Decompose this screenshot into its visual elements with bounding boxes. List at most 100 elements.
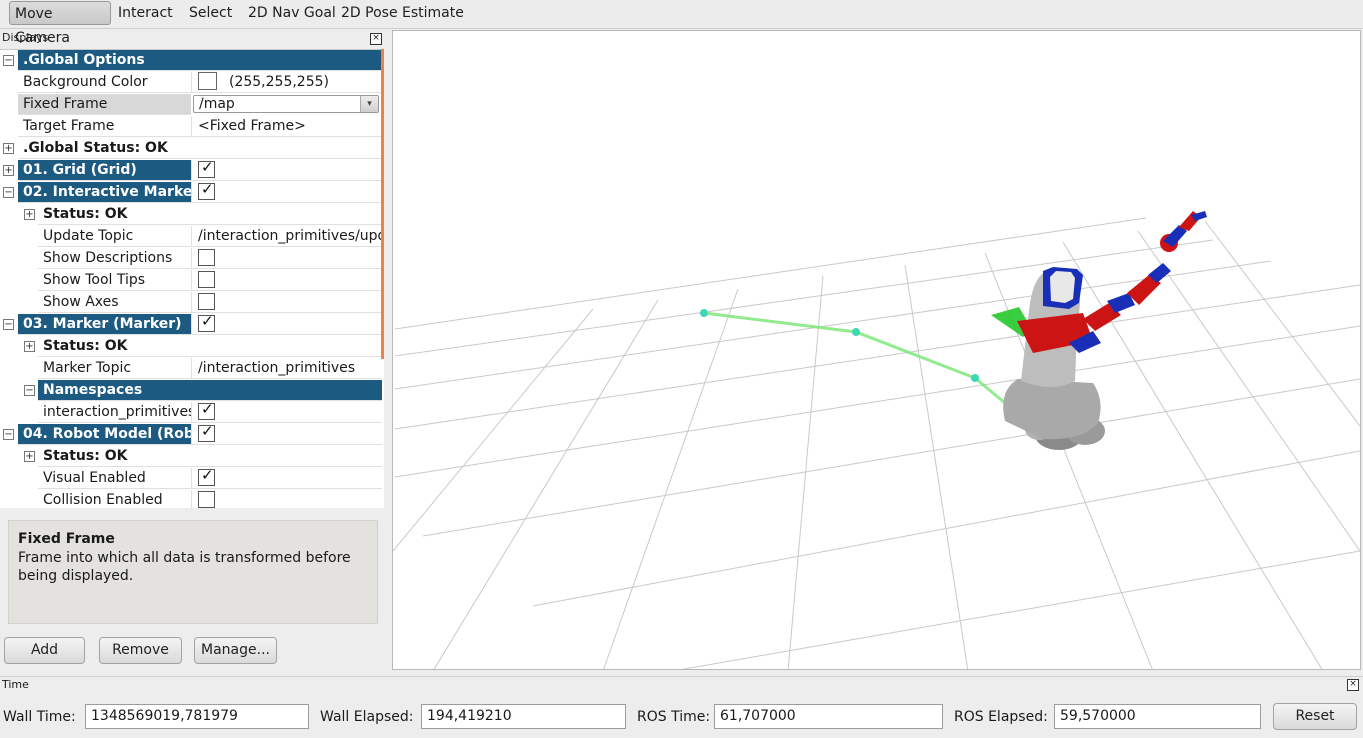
collapse-icon[interactable]: − bbox=[3, 55, 14, 66]
show-axes-label: Show Axes bbox=[38, 292, 191, 313]
checkbox[interactable]: ✓ bbox=[198, 402, 215, 420]
move-camera-tool[interactable]: Move Camera bbox=[9, 1, 111, 46]
collapse-icon[interactable]: − bbox=[3, 187, 14, 198]
tree-row-collision-enabled[interactable]: Collision Enabled bbox=[0, 490, 382, 508]
collapse-icon[interactable]: − bbox=[24, 385, 35, 396]
target-frame-label: Target Frame bbox=[18, 116, 191, 137]
expand-icon[interactable]: + bbox=[3, 165, 14, 176]
show-descriptions-value[interactable] bbox=[191, 248, 382, 269]
check-icon: ✓ bbox=[201, 468, 214, 484]
expand-icon[interactable]: + bbox=[3, 143, 14, 154]
tree-row-marker[interactable]: − 03. Marker (Marker) ✓ bbox=[0, 314, 382, 336]
tree-row-update-topic[interactable]: Update Topic /interaction_primitives/upd bbox=[0, 226, 382, 248]
close-time-icon[interactable]: × bbox=[1347, 679, 1359, 691]
check-icon: ✓ bbox=[201, 402, 214, 418]
manage-button[interactable]: Manage... bbox=[194, 637, 277, 664]
target-frame-value[interactable]: <Fixed Frame> bbox=[191, 116, 382, 137]
marker-point[interactable] bbox=[852, 328, 860, 336]
background-color-value[interactable]: (255,255,255) bbox=[191, 72, 382, 93]
collapse-icon[interactable]: − bbox=[3, 429, 14, 440]
marker-status-label: Status: OK bbox=[38, 336, 382, 357]
tree-row-global-options[interactable]: − .Global Options bbox=[0, 50, 382, 72]
ros-time-field[interactable]: 61,707000 bbox=[714, 704, 943, 729]
tree-row-global-status[interactable]: + .Global Status: OK bbox=[0, 138, 382, 160]
tree-scrollbar[interactable] bbox=[381, 49, 384, 359]
select-tool[interactable]: Select bbox=[184, 1, 237, 25]
show-axes-value[interactable] bbox=[191, 292, 382, 313]
ros-elapsed-label: ROS Elapsed: bbox=[954, 709, 1048, 725]
expand-icon[interactable]: + bbox=[24, 209, 35, 220]
checkbox[interactable]: ✓ bbox=[198, 160, 215, 178]
wall-time-field[interactable]: 1348569019,781979 bbox=[85, 704, 309, 729]
expand-icon[interactable]: + bbox=[24, 451, 35, 462]
robot-model-enabled[interactable]: ✓ bbox=[191, 424, 382, 445]
tree-row-show-axes[interactable]: Show Axes bbox=[0, 292, 382, 314]
tree-row-show-tool-tips[interactable]: Show Tool Tips bbox=[0, 270, 382, 292]
render-3d-view[interactable] bbox=[392, 30, 1361, 670]
marker-topic-value[interactable]: /interaction_primitives bbox=[191, 358, 382, 379]
im-status-label: Status: OK bbox=[38, 204, 382, 225]
update-topic-value[interactable]: /interaction_primitives/upd bbox=[191, 226, 382, 247]
collision-enabled-value[interactable] bbox=[191, 490, 382, 508]
wall-elapsed-label: Wall Elapsed: bbox=[320, 709, 414, 725]
marker-point[interactable] bbox=[971, 374, 979, 382]
interact-tool[interactable]: Interact bbox=[113, 1, 178, 25]
visual-enabled-label: Visual Enabled bbox=[38, 468, 191, 489]
checkbox[interactable] bbox=[198, 270, 215, 288]
wall-elapsed-field[interactable]: 194,419210 bbox=[421, 704, 626, 729]
grid-enabled[interactable]: ✓ bbox=[191, 160, 382, 181]
tree-row-robot-model[interactable]: − 04. Robot Model (Robot ✓ bbox=[0, 424, 382, 446]
checkbox[interactable]: ✓ bbox=[198, 182, 215, 200]
tree-row-visual-enabled[interactable]: Visual Enabled ✓ bbox=[0, 468, 382, 490]
marker-point[interactable] bbox=[700, 309, 708, 317]
tree-row-background-color[interactable]: Background Color (255,255,255) bbox=[0, 72, 382, 94]
rm-status-label: Status: OK bbox=[38, 446, 382, 467]
tree-row-ns-interaction-primitives[interactable]: interaction_primitives ✓ bbox=[0, 402, 382, 424]
remove-button[interactable]: Remove bbox=[99, 637, 182, 664]
visual-enabled-value[interactable]: ✓ bbox=[191, 468, 382, 489]
tree-row-rm-status[interactable]: + Status: OK bbox=[0, 446, 382, 468]
fixed-frame-combo[interactable]: /map ▾ bbox=[193, 95, 379, 113]
checkbox[interactable] bbox=[198, 292, 215, 310]
panel-splitter[interactable] bbox=[385, 30, 391, 674]
checkbox[interactable] bbox=[198, 248, 215, 266]
tree-row-show-descriptions[interactable]: Show Descriptions bbox=[0, 248, 382, 270]
color-swatch[interactable] bbox=[198, 72, 217, 90]
check-icon: ✓ bbox=[201, 314, 214, 330]
background-color-text: (255,255,255) bbox=[229, 74, 329, 90]
2d-pose-estimate-tool[interactable]: 2D Pose Estimate bbox=[336, 1, 469, 25]
checkbox[interactable] bbox=[198, 490, 215, 508]
tree-row-interactive-markers[interactable]: − 02. Interactive Markers ✓ bbox=[0, 182, 382, 204]
ros-elapsed-field[interactable]: 59,570000 bbox=[1054, 704, 1261, 729]
checkbox[interactable]: ✓ bbox=[198, 314, 215, 332]
description-body: Frame into which all data is transformed… bbox=[18, 550, 351, 584]
ns-interaction-primitives-value[interactable]: ✓ bbox=[191, 402, 382, 423]
collapse-icon[interactable]: − bbox=[3, 319, 14, 330]
marker-enabled[interactable]: ✓ bbox=[191, 314, 382, 335]
show-tool-tips-value[interactable] bbox=[191, 270, 382, 291]
namespaces-label: Namespaces bbox=[38, 380, 382, 401]
marker-label: 03. Marker (Marker) bbox=[18, 314, 191, 335]
tree-row-marker-topic[interactable]: Marker Topic /interaction_primitives bbox=[0, 358, 382, 380]
robot-model[interactable] bbox=[991, 211, 1207, 450]
tree-row-fixed-frame[interactable]: Fixed Frame /map ▾ bbox=[0, 94, 382, 116]
tree-row-marker-status[interactable]: + Status: OK bbox=[0, 336, 382, 358]
2d-nav-goal-tool[interactable]: 2D Nav Goal bbox=[243, 1, 341, 25]
interactive-markers-enabled[interactable]: ✓ bbox=[191, 182, 382, 203]
grid bbox=[393, 217, 1360, 669]
close-displays-icon[interactable]: × bbox=[370, 33, 382, 45]
add-button[interactable]: Add bbox=[4, 637, 85, 664]
fixed-frame-label: Fixed Frame bbox=[18, 94, 191, 115]
checkbox[interactable]: ✓ bbox=[198, 424, 215, 442]
checkbox[interactable]: ✓ bbox=[198, 468, 215, 486]
tree-row-target-frame[interactable]: Target Frame <Fixed Frame> bbox=[0, 116, 382, 138]
tree-row-namespaces[interactable]: − Namespaces bbox=[0, 380, 382, 402]
displays-tree[interactable]: − .Global Options Background Color (255,… bbox=[0, 49, 384, 508]
background-color-label: Background Color bbox=[18, 72, 191, 93]
dropdown-arrow-icon[interactable]: ▾ bbox=[360, 96, 378, 112]
expand-icon[interactable]: + bbox=[24, 341, 35, 352]
ros-time-label: ROS Time: bbox=[637, 709, 711, 725]
reset-button[interactable]: Reset bbox=[1273, 703, 1357, 730]
tree-row-im-status[interactable]: + Status: OK bbox=[0, 204, 382, 226]
tree-row-grid[interactable]: + 01. Grid (Grid) ✓ bbox=[0, 160, 382, 182]
